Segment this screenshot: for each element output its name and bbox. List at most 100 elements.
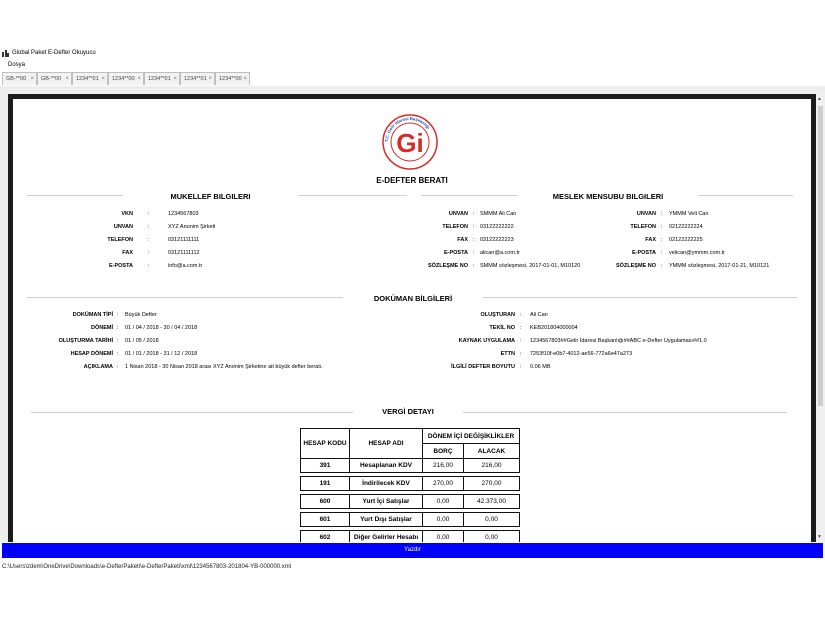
header-alacak: ALACAK [463, 443, 520, 459]
colon: : [520, 351, 522, 357]
title-bar: Global Paket E-Defter Okuyucu [0, 47, 825, 60]
colon: : [148, 224, 150, 230]
field-label: E-POSTA [108, 263, 133, 269]
tab-label: 1234**00 [219, 76, 242, 82]
colon: : [520, 312, 522, 318]
cell-code: 391 [300, 458, 350, 473]
menu-item-dosya[interactable]: Dosya [8, 60, 25, 71]
scroll-up-icon[interactable]: ▲ [817, 96, 822, 102]
field-label: HESAP DÖNEMİ [70, 351, 113, 357]
field-value: 03122222223 [480, 237, 514, 243]
colon: : [661, 250, 663, 256]
field-value: 01 / 01 / 2018 - 31 / 12 / 2018 [125, 351, 198, 357]
print-button[interactable]: Yazdır [2, 543, 823, 558]
colon: : [117, 325, 119, 331]
cell-name: Yurt İçi Satışlar [349, 494, 423, 509]
field-label: SÖZLEŞME NO [615, 263, 656, 269]
colon: : [148, 250, 150, 256]
close-icon[interactable]: × [65, 73, 69, 86]
table-row: 600 Yurt İçi Satışlar 0,00 42.373,00 [300, 494, 520, 509]
colon: : [117, 351, 119, 357]
header-hesap-adi: HESAP ADI [349, 428, 423, 459]
field-value: 01 / 04 / 2018 - 30 / 04 / 2018 [125, 325, 198, 331]
field-value: alican@a.com.tr [480, 250, 520, 256]
cell-borc: 270,00 [422, 476, 464, 491]
table-header-row: HESAP KODU HESAP ADI DÖNEM İÇİ DEĞİŞİKLİ… [300, 428, 520, 459]
cell-name: Hesaplanan KDV [349, 458, 423, 473]
cell-alacak: 0,00 [463, 530, 520, 542]
unvan-value: XYZ Anonim Şirketi [168, 224, 216, 230]
field-label: UNVAN [113, 224, 133, 230]
fax-value: 03121111112 [168, 250, 200, 256]
tab-label: 1234**01 [184, 76, 207, 82]
colon: : [148, 211, 150, 217]
cell-name: İndirilecek KDV [349, 476, 423, 491]
tab-label: 1234**01 [76, 76, 99, 82]
colon: : [473, 250, 475, 256]
tab-document[interactable]: 1234**01 × [72, 72, 108, 85]
field-label: OLUŞTURAN [480, 312, 515, 318]
meslek-heading: MESLEK MENSUBU BILGILERI [518, 192, 698, 201]
status-bar: C:\Users\zdem\OneDrive\Downloads\e-Defte… [0, 562, 825, 573]
field-label: FAX [645, 237, 656, 243]
field-label: İLGİLİ DEFTER BOYUTU [451, 364, 515, 370]
colon: : [520, 325, 522, 331]
header-borc: BORÇ [422, 443, 464, 459]
field-value: 03122222222 [480, 224, 514, 230]
cell-alacak: 270,00 [463, 476, 520, 491]
vertical-scrollbar[interactable]: ▲ ▼ [816, 94, 825, 542]
tab-document[interactable]: GB-**00 × [2, 72, 37, 85]
vergi-heading: VERGİ DETAYI [353, 407, 463, 416]
menu-bar: Dosya [0, 60, 825, 71]
field-label: AÇIKLAMA [83, 364, 113, 370]
scrollbar-thumb[interactable] [818, 106, 823, 406]
close-icon[interactable]: × [137, 73, 141, 86]
close-icon[interactable]: × [173, 73, 177, 86]
tab-label: 1234**01 [148, 76, 171, 82]
cell-borc: 0,00 [422, 512, 464, 527]
colon: : [117, 338, 119, 344]
tab-label: GB-**00 [41, 76, 62, 82]
colon: : [473, 237, 475, 243]
colon: : [148, 237, 150, 243]
field-value: 7253f10f-e0b7-4012-ae56-772a6e47a273 [530, 351, 633, 357]
field-value: Ali Can [530, 312, 548, 318]
field-value: SMMM Ali Can [480, 211, 517, 217]
field-label: FAX [122, 250, 133, 256]
colon: : [473, 263, 475, 269]
field-value: 1234567803##Gelir İdaresi Başkanlığı##AB… [530, 338, 707, 344]
colon: : [520, 364, 522, 370]
cell-alacak: 0,00 [463, 512, 520, 527]
field-value: SMMM sözleşmesi, 2017-01-01, M10120 [480, 263, 581, 269]
field-label: DOKÜMAN TİPİ [72, 312, 113, 318]
telefon-value: 03121111111 [168, 237, 200, 243]
cell-alacak: 42.373,00 [463, 494, 520, 509]
table-row: 191 İndirilecek KDV 270,00 270,00 [300, 476, 520, 491]
field-value: 01 / 05 / 2018 [125, 338, 159, 344]
cell-code: 191 [300, 476, 350, 491]
close-icon[interactable]: × [30, 73, 34, 86]
colon: : [520, 338, 522, 344]
tab-bar: GB-**00 × GB-**00 × 1234**01 × 1234**00 × 12… [0, 71, 825, 87]
tab-document[interactable]: 1234**00 × [215, 72, 250, 85]
cell-alacak: 216,00 [463, 458, 520, 473]
cell-code: 600 [300, 494, 350, 509]
tab-document[interactable]: 1234**00 × [108, 72, 144, 85]
status-file-path: C:\Users\zdem\OneDrive\Downloads\e-Defte… [2, 564, 292, 570]
field-label: FAX [457, 237, 468, 243]
tab-document[interactable]: 1234**01 × [180, 72, 215, 85]
eposta-value: info@a.com.tr [168, 263, 203, 269]
close-icon[interactable]: × [208, 73, 212, 86]
tab-document[interactable]: GB-**00 × [37, 72, 72, 85]
tab-document[interactable]: 1234**01 × [144, 72, 180, 85]
scroll-down-icon[interactable]: ▼ [817, 534, 822, 540]
cell-name: Diğer Gelirler Hesabı [349, 530, 423, 542]
field-value: 0.06 MB [530, 364, 551, 370]
field-value: velican@ymmm.com.tr [669, 250, 726, 256]
header-hesap-kodu: HESAP KODU [300, 428, 350, 459]
field-value: KEB201804000004 [530, 325, 578, 331]
close-icon[interactable]: × [101, 73, 105, 86]
field-label: SÖZLEŞME NO [427, 263, 468, 269]
close-icon[interactable]: × [243, 73, 247, 86]
document-title: E-DEFTER BERATI [376, 176, 448, 185]
